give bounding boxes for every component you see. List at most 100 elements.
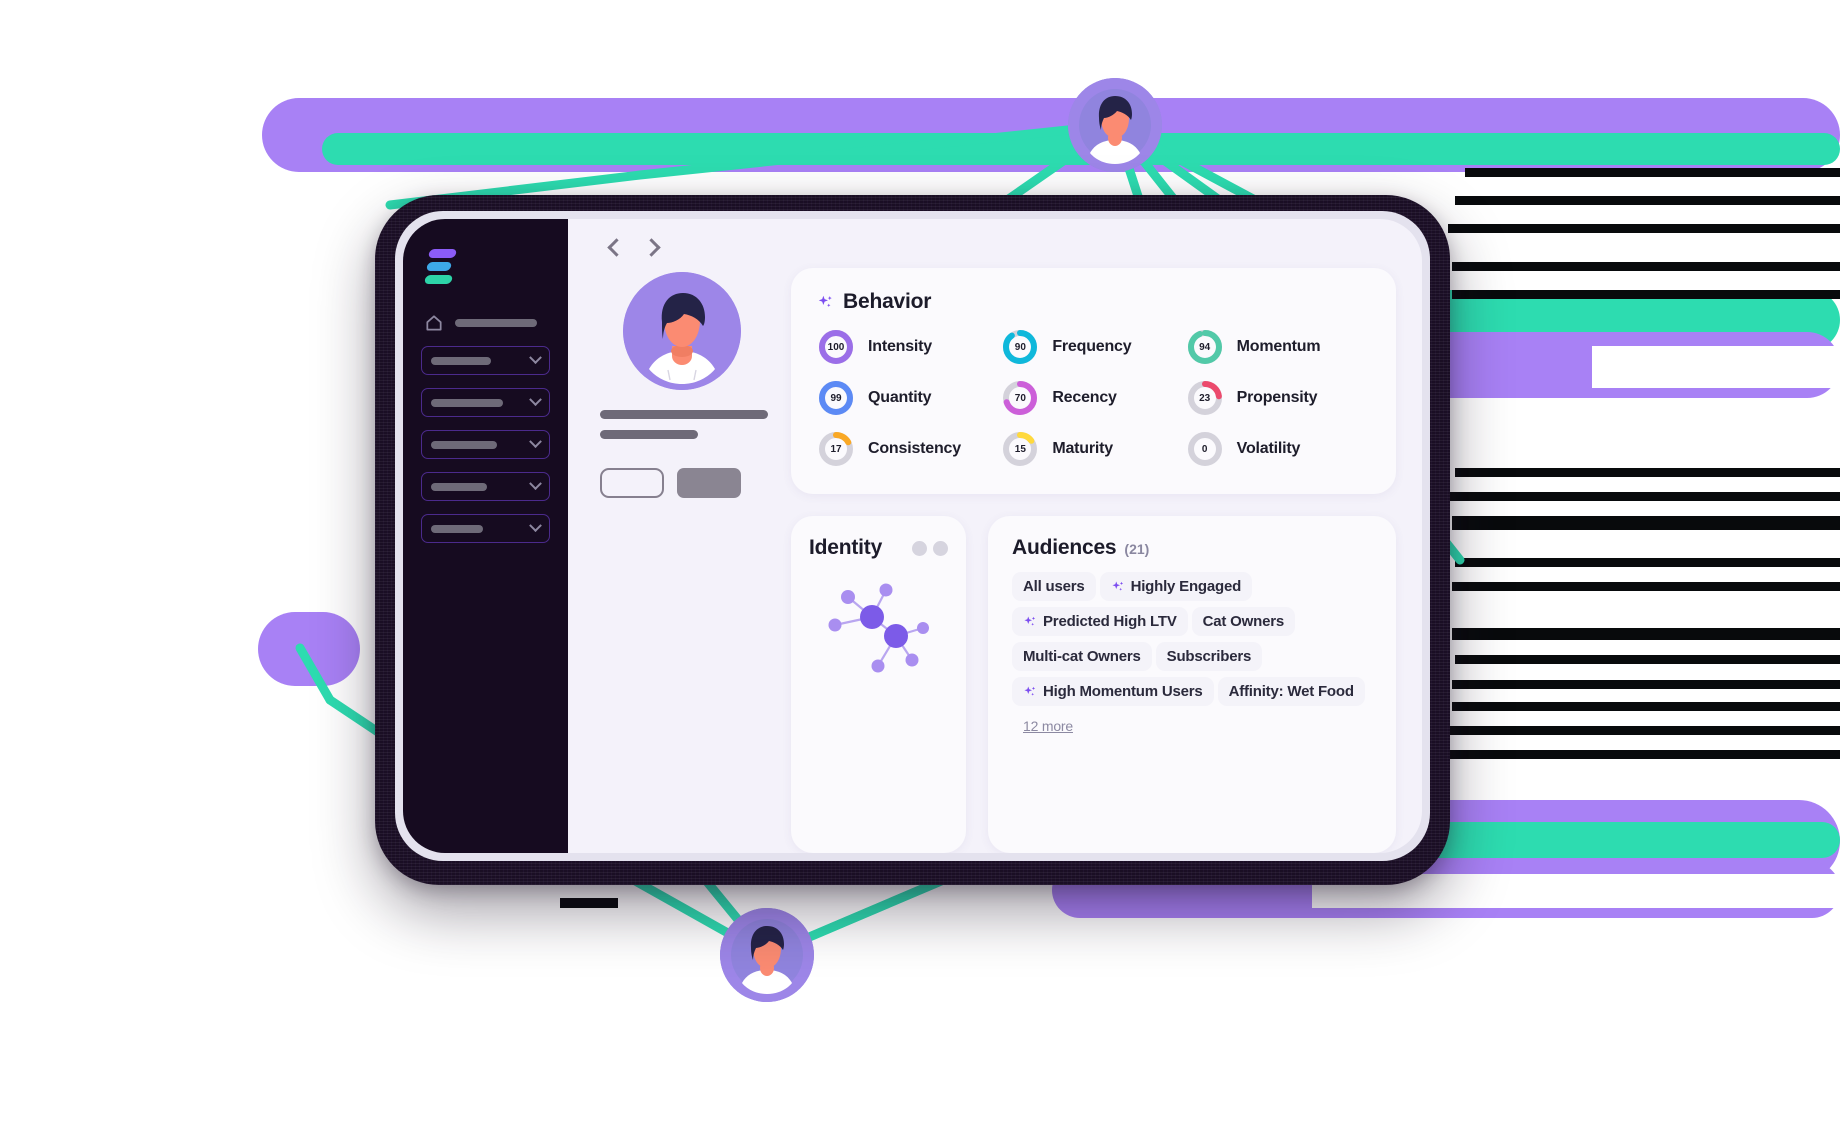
- behavior-metric-label: Intensity: [868, 338, 932, 355]
- audiences-more-link[interactable]: 12 more: [1012, 712, 1084, 740]
- chevron-left-icon[interactable]: [607, 238, 626, 257]
- behavior-metrics-grid: 100 Intensity 90 Frequency 94 Momentum 99 Quant…: [817, 328, 1370, 468]
- audience-chip-label: Affinity: Wet Food: [1228, 683, 1354, 700]
- donut-momentum: 94: [1186, 328, 1224, 366]
- behavior-metric-label: Consistency: [868, 440, 961, 457]
- sidebar-item-label-placeholder: [431, 356, 491, 365]
- behavior-card: Behavior 100 Intensity 90 Frequency 94 Moment…: [791, 268, 1396, 494]
- audience-chip-label: Predicted High LTV: [1043, 613, 1177, 630]
- profile-avatar: [622, 272, 741, 390]
- right-column: Behavior 100 Intensity 90 Frequency 94 Moment…: [791, 268, 1396, 853]
- sidebar-item-3[interactable]: [421, 430, 550, 459]
- audience-chip-label: Cat Owners: [1202, 613, 1285, 630]
- donut-volatility: 0: [1186, 430, 1224, 468]
- behavior-metric-quantity[interactable]: 99 Quantity: [817, 379, 1001, 417]
- donut-value: 15: [1014, 443, 1026, 455]
- sidebar-item-4[interactable]: [421, 472, 550, 501]
- placeholder-dot: [912, 540, 927, 556]
- secondary-button[interactable]: [600, 468, 664, 498]
- audiences-header: Audiences (21): [1012, 536, 1372, 560]
- audience-chip[interactable]: Subscribers: [1155, 642, 1263, 671]
- primary-button[interactable]: [677, 468, 741, 498]
- donut-value: 0: [1201, 443, 1208, 455]
- chevron-down-icon: [529, 351, 542, 365]
- sidebar-item-label-placeholder: [431, 440, 497, 449]
- donut-value: 99: [830, 392, 842, 404]
- behavior-metric-intensity[interactable]: 100 Intensity: [817, 328, 1001, 366]
- behavior-metric-label: Volatility: [1236, 440, 1301, 457]
- behavior-metric-label: Recency: [1052, 389, 1117, 406]
- screenshot-root: Behavior 100 Intensity 90 Frequency 94 Moment…: [0, 0, 1840, 1138]
- donut-value: 23: [1199, 392, 1211, 404]
- left-column: [594, 268, 769, 853]
- behavior-metric-momentum[interactable]: 94 Momentum: [1186, 328, 1370, 366]
- sparkle-icon: [1024, 685, 1036, 696]
- behavior-metric-consistency[interactable]: 17 Consistency: [817, 430, 1001, 468]
- audiences-card: Audiences (21) All users Highly Engaged Pr…: [988, 516, 1396, 853]
- audiences-count: (21): [1124, 541, 1150, 557]
- identity-title: Identity: [809, 536, 883, 559]
- audience-chip-list: All users Highly Engaged Predicted High LT…: [1012, 572, 1372, 740]
- lower-row: Identity Audiences (21) All users Highly…: [791, 516, 1396, 853]
- audience-chip-label: Multi-cat Owners: [1023, 648, 1141, 665]
- app-logo-icon[interactable]: [423, 249, 458, 285]
- sidebar-item-5[interactable]: [421, 514, 550, 543]
- behavior-metric-label: Quantity: [868, 389, 932, 406]
- chevron-down-icon: [529, 477, 542, 491]
- donut-maturity: 15: [1001, 430, 1039, 468]
- sidebar-home-label-placeholder: [455, 319, 537, 327]
- profile-text-placeholders: [594, 410, 769, 450]
- profile-subtitle-placeholder: [600, 430, 698, 439]
- home-icon: [426, 315, 442, 331]
- chevron-right-icon[interactable]: [642, 238, 661, 257]
- audience-chip[interactable]: Cat Owners: [1191, 607, 1295, 636]
- sparkle-icon: [1024, 615, 1036, 626]
- donut-value: 90: [1014, 341, 1026, 353]
- chevron-down-icon: [529, 393, 542, 407]
- donut-value: 100: [827, 341, 845, 353]
- identity-placeholder-dots: [912, 540, 948, 556]
- audience-chip[interactable]: All users: [1012, 572, 1096, 601]
- sidebar-item-1[interactable]: [421, 346, 550, 375]
- audience-chip[interactable]: Multi-cat Owners: [1012, 642, 1152, 671]
- behavior-title-row: Behavior: [817, 290, 1370, 314]
- audience-chip[interactable]: High Momentum Users: [1012, 677, 1214, 706]
- audience-chip-label: High Momentum Users: [1043, 683, 1203, 700]
- behavior-metric-label: Momentum: [1236, 338, 1321, 355]
- audience-chip-label: Highly Engaged: [1130, 578, 1242, 595]
- identity-header: Identity: [809, 536, 948, 560]
- sidebar-item-home[interactable]: [421, 313, 550, 333]
- donut-value: 94: [1199, 341, 1211, 353]
- behavior-metric-label: Propensity: [1236, 389, 1318, 406]
- donut-propensity: 23: [1186, 379, 1224, 417]
- network-node-top[interactable]: [1068, 78, 1162, 172]
- behavior-metric-volatility[interactable]: 0 Volatility: [1186, 430, 1370, 468]
- donut-value: 17: [830, 443, 842, 455]
- donut-frequency: 90: [1001, 328, 1039, 366]
- profile-name-placeholder: [600, 410, 768, 419]
- behavior-metric-maturity[interactable]: 15 Maturity: [1001, 430, 1185, 468]
- tablet-device: Behavior 100 Intensity 90 Frequency 94 Moment…: [375, 195, 1450, 885]
- donut-consistency: 17: [817, 430, 855, 468]
- behavior-metric-frequency[interactable]: 90 Frequency: [1001, 328, 1185, 366]
- donut-intensity: 100: [817, 328, 855, 366]
- audience-chip[interactable]: Highly Engaged: [1099, 572, 1253, 601]
- behavior-metric-propensity[interactable]: 23 Propensity: [1186, 379, 1370, 417]
- chevron-down-icon: [529, 435, 542, 449]
- profile-panel: [594, 268, 769, 498]
- profile-actions: [594, 468, 741, 498]
- sidebar-item-label-placeholder: [431, 398, 503, 407]
- audience-chip[interactable]: Affinity: Wet Food: [1217, 677, 1365, 706]
- sidebar-item-2[interactable]: [421, 388, 550, 417]
- behavior-metric-label: Frequency: [1052, 338, 1132, 355]
- donut-quantity: 99: [817, 379, 855, 417]
- network-node-bottom[interactable]: [720, 908, 814, 1002]
- audience-chip[interactable]: Predicted High LTV: [1012, 607, 1188, 636]
- identity-card: Identity: [791, 516, 966, 853]
- behavior-metric-recency[interactable]: 70 Recency: [1001, 379, 1185, 417]
- sidebar: [403, 219, 568, 853]
- donut-recency: 70: [1001, 379, 1039, 417]
- app-screen: Behavior 100 Intensity 90 Frequency 94 Moment…: [403, 219, 1422, 853]
- behavior-metric-label: Maturity: [1052, 440, 1113, 457]
- behavior-title: Behavior: [843, 290, 932, 313]
